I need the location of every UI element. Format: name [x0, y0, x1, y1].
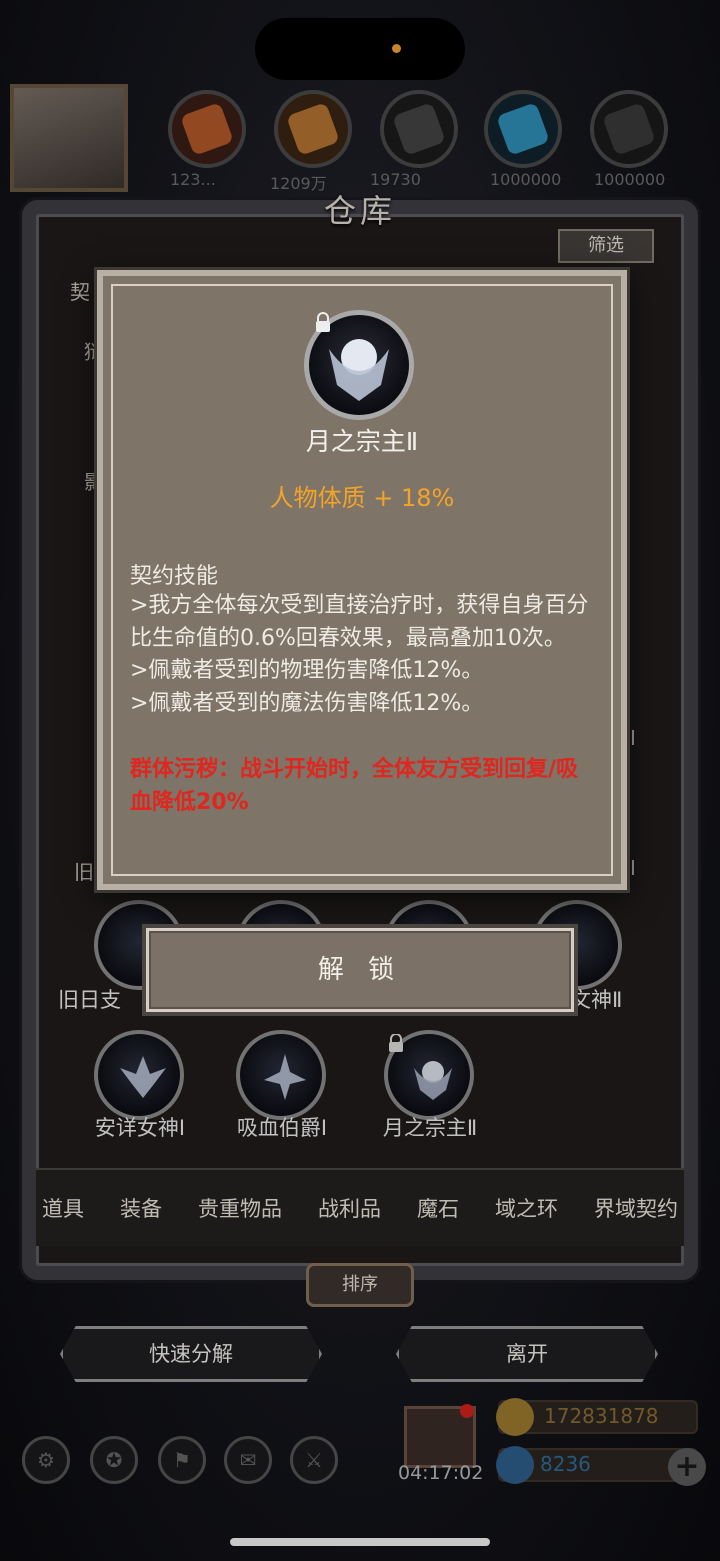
skill-line: >我方全体每次受到直接治疗时，获得自身百分比生命值的0.6%回春效果，最高叠加1… [130, 593, 589, 651]
tooltip-skill-title: 契约技能 [130, 564, 219, 589]
unlock-button[interactable]: 解 锁 [146, 928, 574, 1012]
unlock-label: 解 锁 [317, 955, 403, 985]
skill-line: >佩戴者受到的物理伤害降低12%。 [130, 658, 484, 683]
skill-line: >佩戴者受到的魔法伤害降低12%。 [130, 690, 484, 716]
tooltip-skill-description: >我方全体每次受到直接治疗时，获得自身百分比生命值的0.6%回春效果，最高叠加1… [130, 590, 600, 720]
lock-icon [314, 312, 332, 332]
tooltip-attribute: 人物体质 + 18% [269, 484, 455, 512]
tooltip-curse: 群体污秽：战斗开始时，全体友方受到回复/吸血降低20% [130, 757, 579, 815]
tooltip-item-name: 月之宗主Ⅱ [305, 427, 419, 456]
